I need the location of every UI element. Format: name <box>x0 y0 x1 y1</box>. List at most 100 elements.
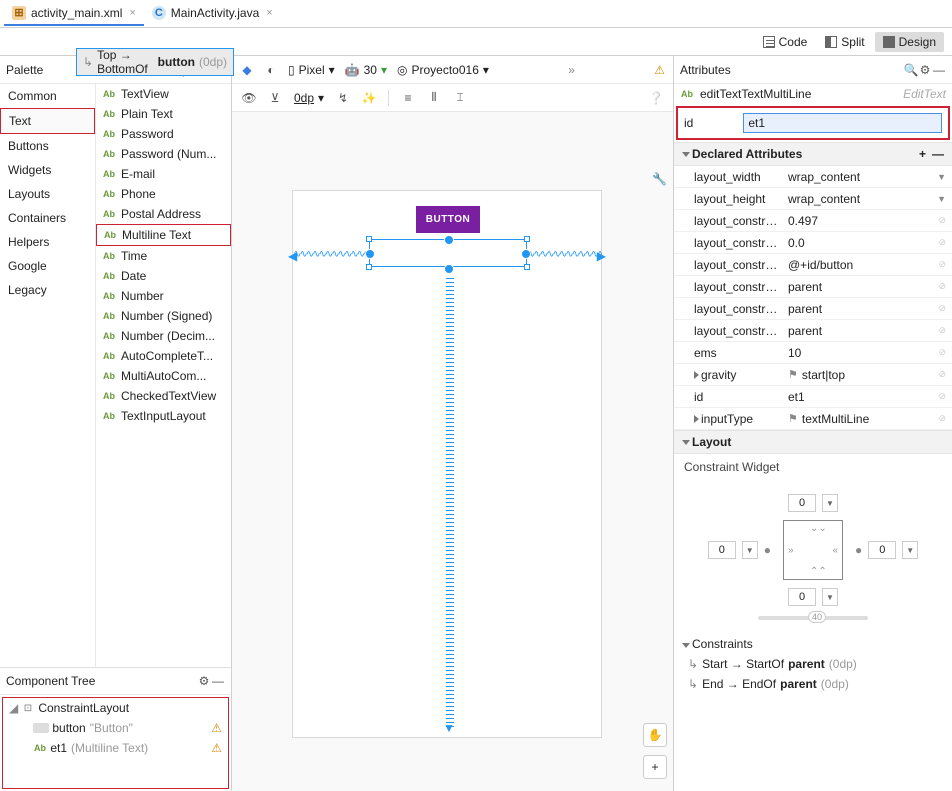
constraints-toggle[interactable]: Constraints <box>682 634 944 654</box>
constraint-row[interactable]: ↳ Top → BottomOf button (0dp) <box>76 48 234 76</box>
attribute-row[interactable]: inputType⚑textMultiLine⊘ <box>674 408 952 430</box>
palette-category[interactable]: Widgets <box>0 158 95 182</box>
palette-item[interactable]: AbPhone <box>96 184 231 204</box>
warning-icon[interactable]: ⚠ <box>654 63 665 77</box>
pan-button[interactable]: ✋ <box>643 723 667 747</box>
id-row-highlight: id <box>676 106 950 140</box>
palette-item[interactable]: AbMultiline Text <box>96 224 231 246</box>
constraint-box[interactable]: ⌄⌄ ⌃⌃ » « <box>783 520 843 580</box>
id-input[interactable] <box>743 113 942 133</box>
palette-item[interactable]: AbNumber <box>96 286 231 306</box>
attribute-row[interactable]: layout_widthwrap_content▼ <box>674 166 952 188</box>
tab-mainactivity[interactable]: CMainActivity.java× <box>144 2 281 26</box>
palette-item[interactable]: AbDate <box>96 266 231 286</box>
wand-icon[interactable]: ✨ <box>362 91 376 105</box>
warning-icon: ⚠ <box>211 741 222 755</box>
selected-element[interactable] <box>369 239 527 267</box>
minimize-icon[interactable]: — <box>932 63 946 77</box>
wrench-icon[interactable]: 🔧 <box>652 172 667 186</box>
palette-item[interactable]: AbAutoCompleteT... <box>96 346 231 366</box>
align-icon[interactable]: ≡ <box>401 91 415 105</box>
button-element[interactable]: BUTTON <box>416 206 480 233</box>
attribute-row[interactable]: layout_constrai...parent⊘ <box>674 276 952 298</box>
device-picker[interactable]: ▯ Pixel ▾ <box>288 63 335 77</box>
tree-node-et1[interactable]: Ab et1(Multiline Text)⚠ <box>3 738 228 758</box>
constraint-row[interactable]: ↳ Start → StartOf parent (0dp) <box>682 654 944 674</box>
theme-picker[interactable]: ◎ Proyecto016 ▾ <box>397 63 489 77</box>
view-code[interactable]: Code <box>755 32 816 52</box>
palette-item[interactable]: AbTextView <box>96 84 231 104</box>
minimize-icon[interactable]: — <box>211 674 225 688</box>
attribute-row[interactable]: idet1⊘ <box>674 386 952 408</box>
palette-item[interactable]: AbNumber (Signed) <box>96 306 231 326</box>
palette-category[interactable]: Google <box>0 254 95 278</box>
palette-item[interactable]: AbTime <box>96 246 231 266</box>
orientation-icon[interactable]: ◐ <box>264 63 278 77</box>
dropdown-icon[interactable]: ▼ <box>822 494 838 512</box>
attribute-row[interactable]: layout_constrai...parent⊘ <box>674 298 952 320</box>
guideline-icon[interactable]: ⌶ <box>453 91 467 105</box>
palette-item[interactable]: AbPassword (Num... <box>96 144 231 164</box>
text-icon: Ab <box>102 249 116 263</box>
attribute-row[interactable]: layout_heightwrap_content▼ <box>674 188 952 210</box>
attribute-row[interactable]: layout_constrai...0.497⊘ <box>674 210 952 232</box>
surface-icon[interactable]: ◆ <box>240 63 254 77</box>
cw-top[interactable] <box>788 494 816 512</box>
cw-bottom[interactable] <box>788 588 816 606</box>
palette-item[interactable]: AbE-mail <box>96 164 231 184</box>
gear-icon[interactable]: ⚙ <box>918 63 932 77</box>
view-split[interactable]: Split <box>817 32 872 52</box>
align-icon[interactable]: ⫴ <box>427 91 441 105</box>
close-icon[interactable]: × <box>266 7 272 19</box>
palette-category[interactable]: Buttons <box>0 134 95 158</box>
palette-item[interactable]: AbPlain Text <box>96 104 231 124</box>
attribute-row[interactable]: ems10⊘ <box>674 342 952 364</box>
search-icon[interactable]: 🔍 <box>904 63 918 77</box>
gear-icon[interactable]: ⚙ <box>197 674 211 688</box>
palette-item[interactable]: AbPassword <box>96 124 231 144</box>
palette-item[interactable]: AbPostal Address <box>96 204 231 224</box>
attribute-row[interactable]: layout_constrai...@+id/button⊘ <box>674 254 952 276</box>
constraint-row[interactable]: ↳ End → EndOf parent (0dp) <box>682 674 944 694</box>
dropdown-icon[interactable]: ▼ <box>902 541 918 559</box>
palette-category[interactable]: Text <box>0 108 95 134</box>
palette-category[interactable]: Containers <box>0 206 95 230</box>
attributes-header: Attributes 🔍⚙— <box>674 56 952 84</box>
dropdown-icon[interactable]: ▼ <box>742 541 758 559</box>
attribute-row[interactable]: layout_constrai...parent⊘ <box>674 320 952 342</box>
tree-root[interactable]: ◢⊡ ConstraintLayout <box>3 698 228 718</box>
palette-category[interactable]: Layouts <box>0 182 95 206</box>
cw-right[interactable] <box>868 541 896 559</box>
add-icon[interactable]: + <box>919 147 926 161</box>
tree-node-button[interactable]: button"Button"⚠ <box>3 718 228 738</box>
clear-icon[interactable]: ↯ <box>336 91 350 105</box>
editor-tabs: ⊞activity_main.xml× CMainActivity.java× <box>0 0 952 28</box>
help-icon[interactable]: ❔ <box>649 91 663 105</box>
component-tree-highlight: ◢⊡ ConstraintLayout button"Button"⚠ Ab e… <box>2 697 229 789</box>
attribute-row[interactable]: gravity⚑start|top⊘ <box>674 364 952 386</box>
palette-items: AbTextViewAbPlain TextAbPasswordAbPasswo… <box>96 84 231 667</box>
tab-activity-main[interactable]: ⊞activity_main.xml× <box>4 2 144 26</box>
palette-item[interactable]: AbTextInputLayout <box>96 406 231 426</box>
layout-section[interactable]: Layout <box>674 430 952 454</box>
default-margin[interactable]: 0dp ▾ <box>294 91 324 105</box>
magnet-icon[interactable]: ⊻ <box>268 91 282 105</box>
eye-icon[interactable]: 👁 <box>242 91 256 105</box>
palette-category[interactable]: Legacy <box>0 278 95 302</box>
palette-category[interactable]: Common <box>0 84 95 108</box>
close-icon[interactable]: × <box>129 7 135 19</box>
design-canvas[interactable]: 🔧 BUTTON ∿∿∿∿∿∿∿∿∿∿∿∿∿ ∿∿∿∿∿∿∿∿∿∿∿∿∿ ◀ <box>232 112 673 791</box>
view-design[interactable]: Design <box>875 32 944 52</box>
constraint-widget[interactable]: ▼ ▼ ● ⌄⌄ ⌃⌃ » « ● ▼ ▼ 40 <box>674 480 952 630</box>
zoom-button[interactable]: + <box>643 755 667 779</box>
attribute-row[interactable]: layout_constrai...0.0⊘ <box>674 232 952 254</box>
palette-category[interactable]: Helpers <box>0 230 95 254</box>
cw-left[interactable] <box>708 541 736 559</box>
palette-item[interactable]: AbNumber (Decim... <box>96 326 231 346</box>
api-picker[interactable]: 🤖 30 ▾ <box>345 63 387 77</box>
palette-item[interactable]: AbCheckedTextView <box>96 386 231 406</box>
palette-item[interactable]: AbMultiAutoCom... <box>96 366 231 386</box>
declared-attributes-section[interactable]: Declared Attributes+— <box>674 142 952 166</box>
dropdown-icon[interactable]: ▼ <box>822 588 838 606</box>
remove-icon[interactable]: — <box>932 147 944 161</box>
